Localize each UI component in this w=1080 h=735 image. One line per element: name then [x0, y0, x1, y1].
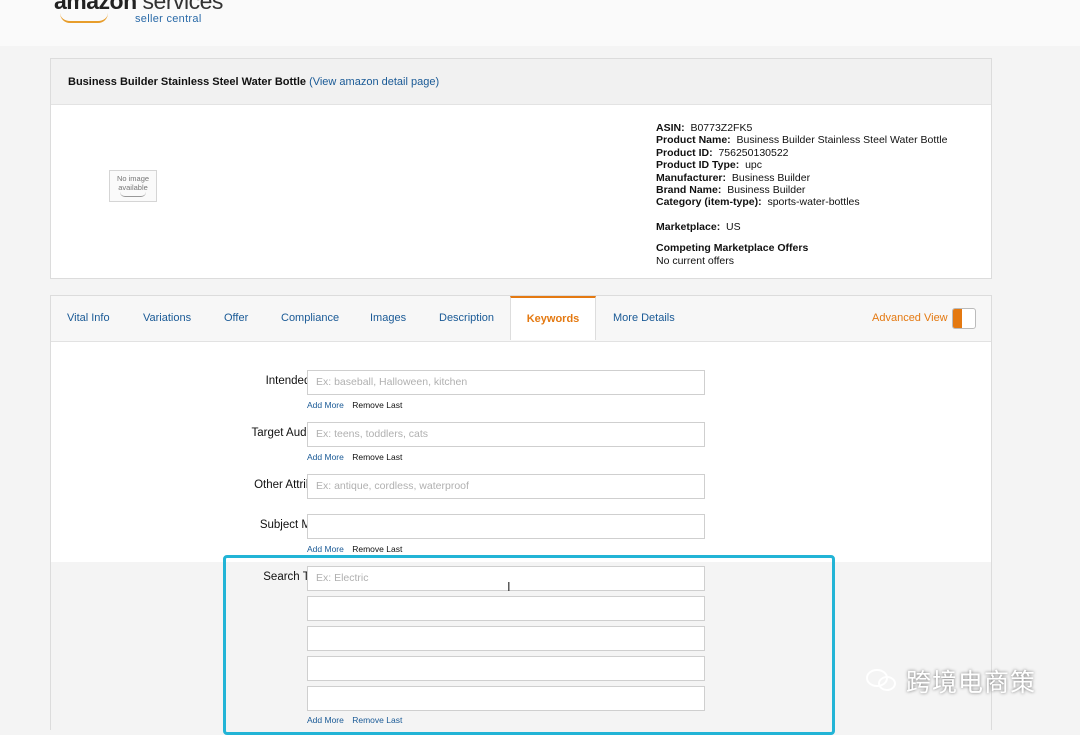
tab-offer[interactable]: Offer — [224, 296, 248, 341]
detail-product-id-type: Product ID Type: upc — [656, 159, 763, 172]
detail-manufacturer: Manufacturer: Business Builder — [656, 171, 811, 184]
detail-offers: No current offers — [656, 254, 735, 267]
tab-variations[interactable]: Variations — [143, 296, 191, 341]
tab-more-details[interactable]: More Details — [613, 296, 675, 341]
logo-seller-central-text: seller central — [135, 13, 202, 25]
remove-last-link[interactable]: Remove Last — [352, 544, 402, 554]
watermark: 跨境电商策 — [866, 664, 1036, 698]
product-header: Business Builder Stainless Steel Water B… — [51, 59, 991, 105]
add-more-link[interactable]: Add More — [307, 400, 344, 410]
remove-last-link[interactable]: Remove Last — [352, 400, 402, 410]
add-more-link[interactable]: Add More — [307, 544, 344, 554]
wechat-icon — [866, 669, 898, 693]
watermark-text: 跨境电商策 — [906, 668, 1037, 697]
product-details: ASIN: B0773Z2FK5 Product Name: Business … — [656, 122, 947, 267]
search-terms-highlight — [223, 555, 835, 735]
other-attributes-input[interactable]: Ex: antique, cordless, waterproof — [307, 474, 705, 499]
detail-brand: Brand Name: Business Builder — [656, 184, 806, 197]
target-audience-input[interactable]: Ex: teens, toddlers, cats — [307, 422, 705, 447]
detail-product-name: Product Name: Business Builder Stainless… — [656, 134, 948, 147]
logo-amazon-text: amazon — [54, 0, 137, 14]
view-detail-page-link[interactable]: (View amazon detail page) — [309, 76, 439, 88]
intended-use-links: Add More Remove Last — [307, 400, 402, 410]
available-text: available — [118, 183, 148, 192]
product-summary-card: Business Builder Stainless Steel Water B… — [50, 58, 992, 279]
tab-bar: Vital Info Variations Offer Compliance I… — [51, 296, 991, 342]
advanced-view-toggle[interactable] — [952, 308, 976, 329]
product-title: Business Builder Stainless Steel Water B… — [68, 76, 439, 88]
top-header: amazon services seller central — [0, 0, 1080, 46]
amazon-smile-icon — [120, 192, 146, 197]
subject-matter-input[interactable] — [307, 514, 705, 539]
tab-keywords[interactable]: Keywords — [510, 296, 596, 340]
advanced-view-label[interactable]: Advanced View — [872, 312, 948, 324]
no-image-placeholder: No image available — [109, 170, 157, 202]
toggle-knob — [953, 309, 962, 328]
text-cursor-icon: I — [507, 579, 511, 594]
subject-matter-links: Add More Remove Last — [307, 544, 402, 554]
add-more-link[interactable]: Add More — [307, 452, 344, 462]
tab-images[interactable]: Images — [370, 296, 406, 341]
remove-last-link[interactable]: Remove Last — [352, 452, 402, 462]
detail-product-id: Product ID: 756250130522 — [656, 146, 789, 159]
tab-description[interactable]: Description — [439, 296, 494, 341]
amazon-smile-icon — [60, 13, 108, 23]
detail-offers-label: Competing Marketplace Offers — [656, 242, 809, 255]
intended-use-input[interactable]: Ex: baseball, Halloween, kitchen — [307, 370, 705, 395]
tab-vital-info[interactable]: Vital Info — [67, 296, 110, 341]
detail-marketplace: Marketplace: US — [656, 220, 741, 233]
no-image-text: No image — [116, 174, 150, 183]
target-audience-links: Add More Remove Last — [307, 452, 402, 462]
detail-category: Category (item-type): sports-water-bottl… — [656, 196, 860, 209]
tab-compliance[interactable]: Compliance — [281, 296, 339, 341]
product-title-text: Business Builder Stainless Steel Water B… — [68, 76, 306, 88]
detail-asin: ASIN: B0773Z2FK5 — [656, 122, 753, 134]
logo-services-text: services — [142, 0, 224, 14]
